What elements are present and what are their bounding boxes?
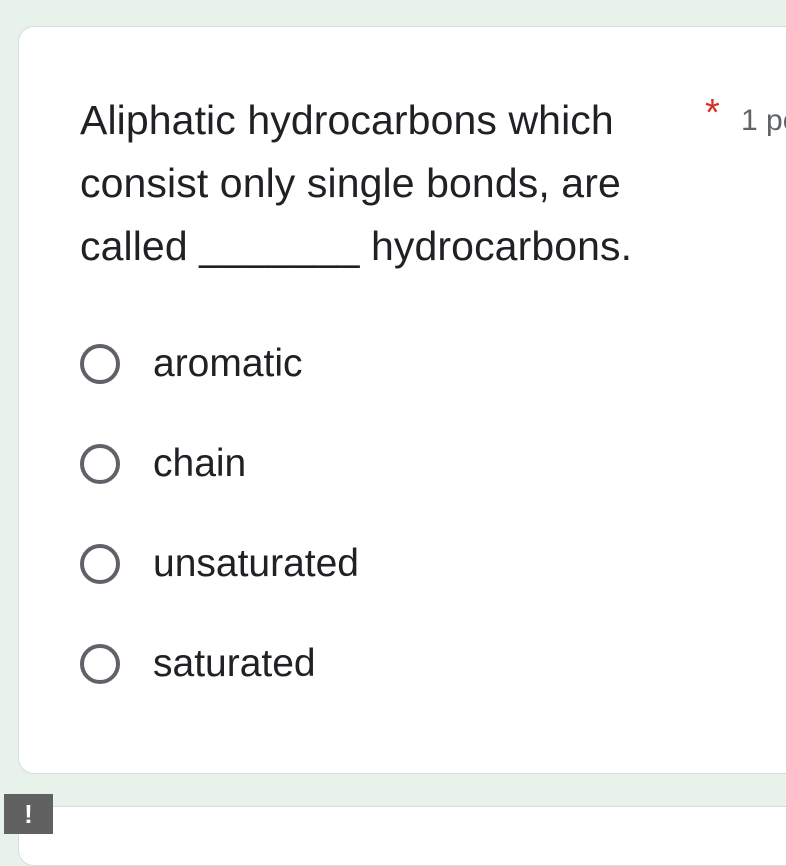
radio-button[interactable] [80, 644, 120, 684]
points-label: 1 po [741, 104, 786, 137]
required-asterisk: * [705, 92, 720, 134]
option-unsaturated[interactable]: unsaturated [80, 534, 359, 594]
option-label: unsaturated [153, 542, 359, 585]
alert-icon[interactable]: ! [4, 794, 53, 834]
alert-icon-glyph: ! [24, 798, 33, 829]
option-chain[interactable]: chain [80, 434, 246, 494]
option-aromatic[interactable]: aromatic [80, 334, 303, 394]
question-line: Aliphatic hydrocarbons which [80, 97, 614, 143]
radio-button[interactable] [80, 544, 120, 584]
option-label: chain [153, 442, 247, 485]
radio-button[interactable] [80, 444, 120, 484]
question-card: Aliphatic hydrocarbons which consist onl… [18, 26, 786, 774]
question-text: Aliphatic hydrocarbons which consist onl… [80, 89, 680, 278]
radio-button[interactable] [80, 344, 120, 384]
next-question-card [18, 806, 786, 866]
option-label: saturated [153, 642, 316, 685]
question-line: consist only single bonds, are [80, 160, 621, 206]
option-label: aromatic [153, 342, 303, 385]
option-saturated[interactable]: saturated [80, 634, 316, 694]
question-line: called _______ hydrocarbons. [80, 223, 633, 269]
